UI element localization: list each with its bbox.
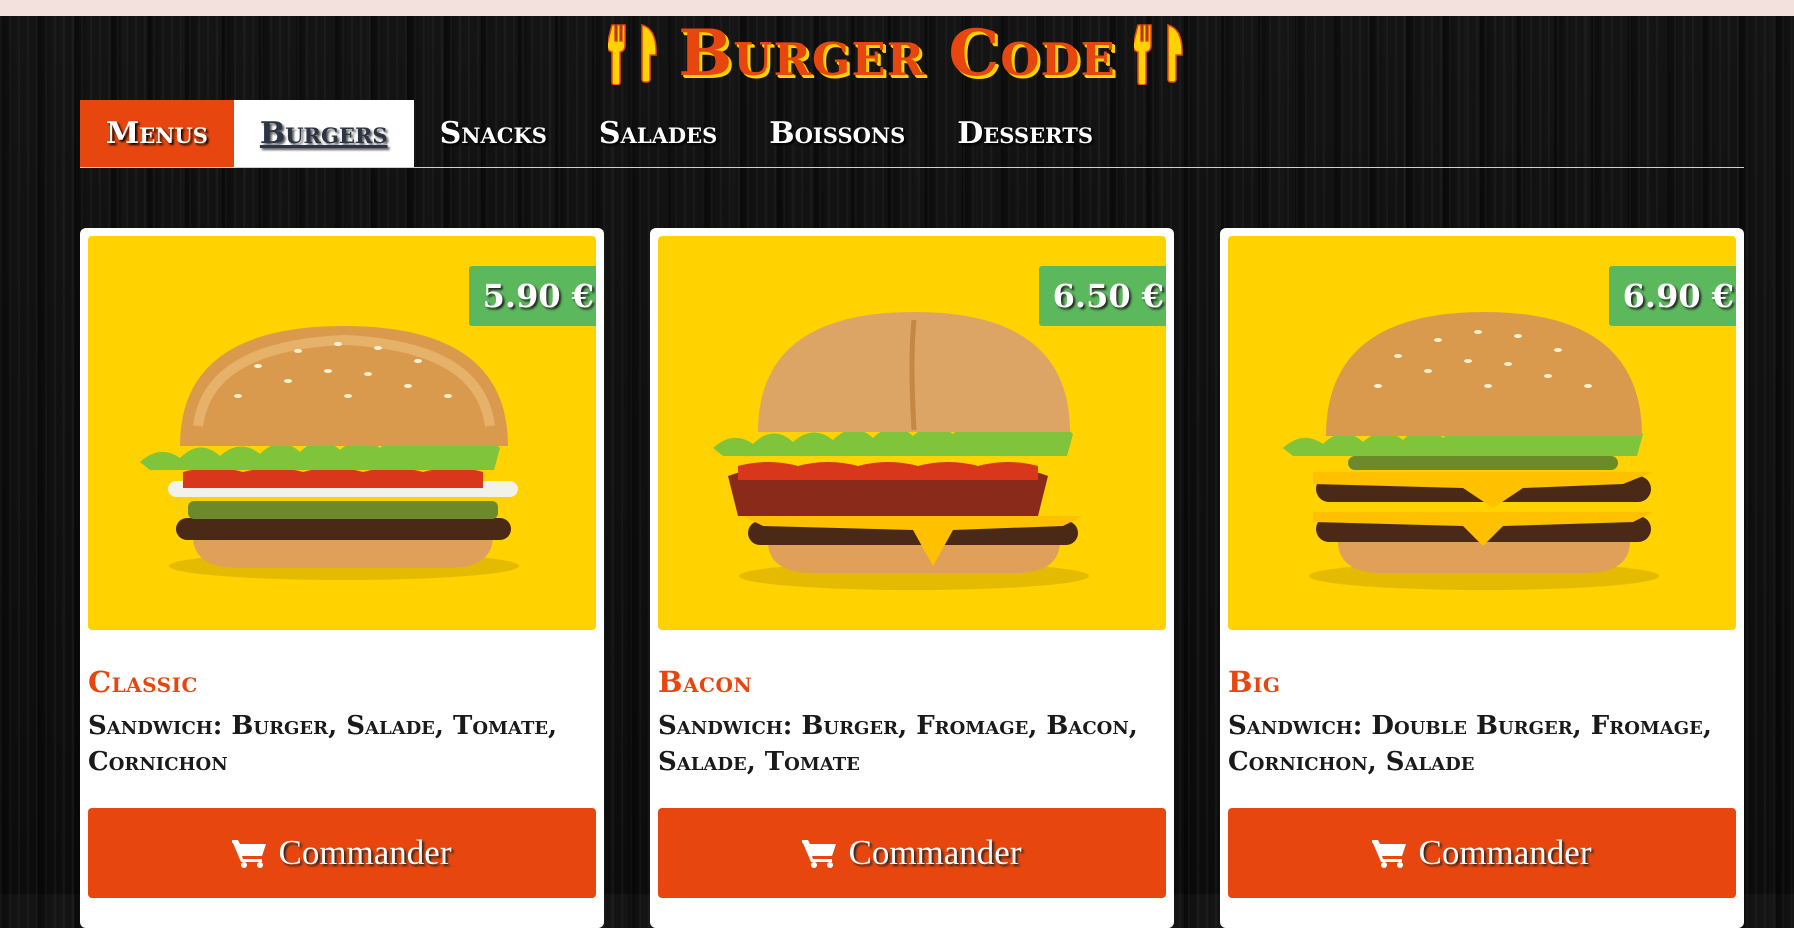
brand-header: Burger Code xyxy=(0,18,1794,90)
product-name: Big xyxy=(1228,665,1281,699)
product-description: Sandwich: Double Burger, Fromage, Cornic… xyxy=(1228,711,1712,777)
order-button-label: Commander xyxy=(848,833,1022,872)
product-card-classic: 5.90 € Classic Sandwich: Burger, Salade,… xyxy=(80,228,604,928)
fork-knife-icon xyxy=(1133,24,1183,85)
product-description: Sandwich: Burger, Fromage, Bacon, Salade… xyxy=(658,711,1138,777)
tab-burgers[interactable]: Burgers xyxy=(233,100,414,167)
product-name: Bacon xyxy=(658,665,753,699)
product-image: 5.90 € xyxy=(88,236,596,630)
price-badge: 6.90 € xyxy=(1608,266,1736,326)
tab-boissons[interactable]: Boissons xyxy=(743,100,931,167)
fork-knife-icon xyxy=(608,24,657,85)
price-badge: 5.90 € xyxy=(468,266,596,326)
brand-title: Burger Code xyxy=(678,16,1116,91)
product-card-bacon: 6.50 € Bacon Sandwich: Burger, Fromage, … xyxy=(650,228,1174,928)
order-button[interactable]: Commander xyxy=(1228,808,1736,898)
top-strip xyxy=(0,0,1794,16)
product-description: Sandwich: Burger, Salade, Tomate, Cornic… xyxy=(88,711,558,777)
price-badge: 6.50 € xyxy=(1038,266,1166,326)
order-button[interactable]: Commander xyxy=(658,808,1166,898)
product-image: 6.90 € xyxy=(1228,236,1736,630)
order-button-label: Commander xyxy=(1418,833,1592,872)
tab-snacks[interactable]: Snacks xyxy=(414,100,573,167)
order-button[interactable]: Commander xyxy=(88,808,596,898)
order-button-label: Commander xyxy=(278,833,452,872)
product-image: 6.50 € xyxy=(658,236,1166,630)
tab-menus[interactable]: Menus xyxy=(80,100,234,167)
product-card-big: 6.90 € Big Sandwich: Double Burger, From… xyxy=(1220,228,1744,928)
tab-salades[interactable]: Salades xyxy=(573,100,743,167)
category-tabs: Menus Burgers Snacks Salades Boissons De… xyxy=(80,100,1744,168)
tab-desserts[interactable]: Desserts xyxy=(931,100,1119,167)
shopping-cart-icon xyxy=(232,840,267,868)
product-name: Classic xyxy=(88,665,198,699)
shopping-cart-icon xyxy=(802,840,837,868)
shopping-cart-icon xyxy=(1372,840,1407,868)
